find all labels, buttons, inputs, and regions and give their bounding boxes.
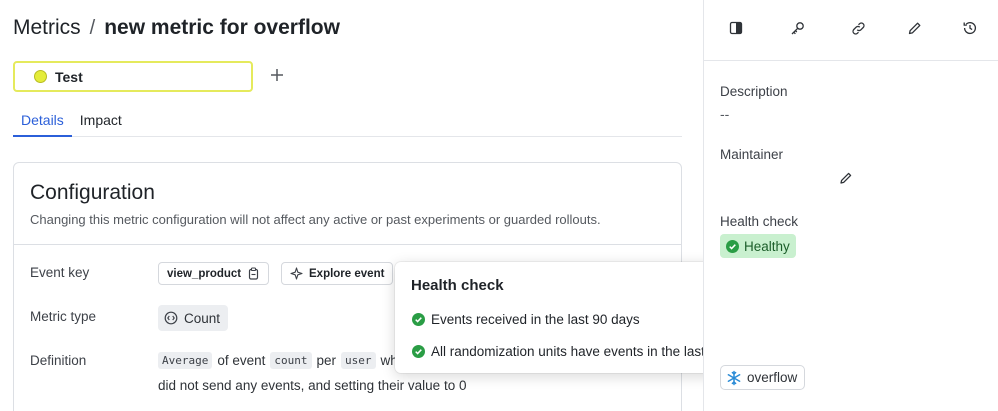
event-key-chip[interactable]: view_product (158, 262, 270, 285)
history-button[interactable] (960, 18, 980, 38)
health-item: Events received in the last 90 days (412, 312, 640, 327)
definition-measure: count (270, 352, 312, 369)
snowflake-icon (727, 370, 741, 385)
stage-label: Test (55, 68, 83, 85)
main-content: Metrics / new metric for overflow Test D… (0, 0, 795, 411)
definition-line-2: did not send any events, and setting the… (158, 378, 467, 393)
plus-icon (271, 69, 283, 81)
definition-per: per (316, 353, 337, 368)
toggle-sidebar-button[interactable] (726, 18, 746, 38)
popover-title: Health check (411, 277, 504, 294)
stage-selector[interactable]: Test (13, 61, 253, 92)
pencil-icon (840, 172, 852, 184)
history-icon (963, 22, 977, 35)
check-circle-icon (726, 239, 739, 253)
explore-event-button[interactable]: Explore event (281, 262, 394, 285)
definition-line-1: Average of event count per user wh (158, 352, 398, 369)
copy-link-button[interactable] (848, 18, 868, 38)
definition-aggregation: Average (158, 352, 213, 369)
add-stage-button[interactable] (268, 65, 286, 87)
health-status-badge[interactable]: Healthy (720, 234, 796, 258)
health-status-text: Healthy (744, 238, 790, 254)
sparkle-icon (290, 267, 303, 280)
stage-status-dot (34, 70, 47, 83)
edit-button[interactable] (904, 18, 924, 38)
metric-type-label: Metric type (30, 309, 97, 324)
definition-unit: user (341, 352, 376, 369)
edit-maintainer-button[interactable] (839, 171, 853, 190)
configuration-header: Configuration Changing this metric confi… (14, 163, 681, 245)
key-icon (791, 21, 804, 34)
details-side-panel: Description -- Maintainer Health check H… (703, 0, 998, 411)
description-label: Description (720, 84, 788, 99)
link-icon (851, 21, 865, 35)
metric-type-value: Count (184, 310, 221, 326)
explore-event-label: Explore event (309, 267, 385, 280)
breadcrumb-separator: / (89, 17, 96, 39)
maintainer-label: Maintainer (720, 147, 784, 162)
breadcrumb-metrics-link[interactable]: Metrics (13, 16, 81, 40)
event-key-value: view_product (167, 267, 242, 280)
copy-icon[interactable] (247, 267, 260, 280)
tab-details[interactable]: Details (13, 108, 72, 137)
health-item-text: Events received in the last 90 days (431, 312, 640, 327)
metric-type-chip: Count (158, 305, 229, 331)
key-button[interactable] (787, 18, 807, 38)
check-circle-icon (412, 313, 425, 326)
sidebar-toggle-icon (729, 21, 743, 35)
configuration-title: Configuration (30, 181, 155, 204)
definition-label: Definition (30, 353, 87, 368)
definition-of-event: of event (217, 353, 266, 368)
description-value: -- (720, 106, 730, 122)
health-check-label: Health check (720, 214, 799, 229)
configuration-description: Changing this metric configuration will … (30, 212, 601, 227)
event-key-label: Event key (30, 265, 90, 280)
check-circle-icon (412, 345, 425, 358)
tab-bar: Details Impact (13, 108, 682, 137)
environment-name: overflow (747, 370, 798, 385)
pencil-icon (908, 22, 920, 34)
environment-chip[interactable]: overflow (720, 365, 806, 390)
page-title: new metric for overflow (104, 16, 340, 39)
side-toolbar (704, 0, 998, 61)
count-icon (164, 311, 178, 325)
tab-impact[interactable]: Impact (72, 108, 130, 136)
breadcrumb: Metrics / new metric for overflow (13, 16, 340, 40)
